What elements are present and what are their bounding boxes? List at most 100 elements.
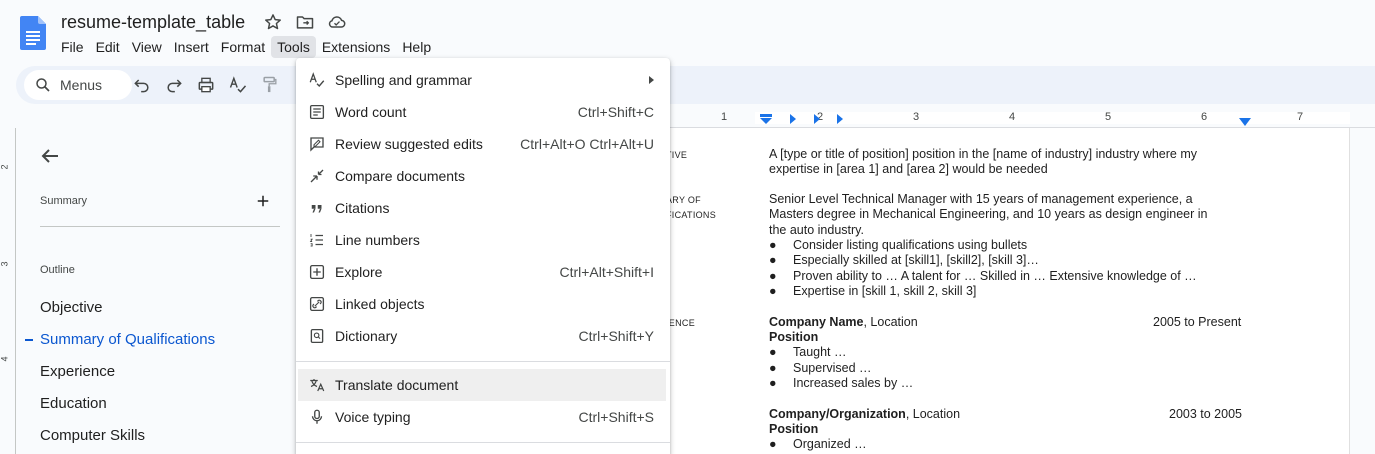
menu-item-shortcut: Ctrl+Shift+C	[577, 104, 654, 120]
summary-text: Senior Level Technical Manager with 15 y…	[769, 192, 1207, 238]
document-page[interactable]: TIVE ARY OF FICATIONS IENCE A [type or t…	[566, 128, 1350, 454]
menu-separator	[296, 361, 670, 362]
bullet-dot: ●	[769, 253, 777, 267]
objective-text: A [type or title of position] position i…	[769, 147, 1197, 178]
section-label-qualifications: FICATIONS	[666, 210, 717, 220]
menu-item-label: Translate document	[335, 377, 459, 393]
redo-icon[interactable]	[164, 75, 184, 95]
bullet-text: Supervised …	[793, 361, 872, 375]
summary-line: the auto industry.	[769, 222, 864, 237]
summary-heading: Summary	[40, 195, 88, 207]
bullet-text: Expertise in [skill 1, skill 2, skill 3]	[793, 284, 977, 298]
ruler-number: 4	[1009, 111, 1016, 123]
menu-edit[interactable]: Edit	[90, 36, 126, 58]
menu-item-explore[interactable]: Explore Ctrl+Alt+Shift+I	[296, 256, 670, 288]
menu-item-label: Compare documents	[335, 168, 465, 184]
menu-item-voice-typing[interactable]: Voice typing Ctrl+Shift+S	[296, 401, 670, 433]
menu-item-label: Dictionary	[335, 328, 398, 344]
translate-icon	[310, 379, 325, 392]
compare-icon	[310, 169, 324, 183]
sidebar-divider	[40, 226, 280, 227]
tab-stop-icon[interactable]	[836, 114, 844, 124]
bullet-text: Consider listing qualifications using bu…	[793, 238, 1028, 252]
section-label-experience: IENCE	[666, 318, 696, 328]
dictionary-icon	[310, 328, 324, 344]
menu-item-label: Spelling and grammar	[335, 72, 472, 88]
right-indent-marker-icon[interactable]	[1239, 118, 1251, 126]
menu-item-review-suggested-edits[interactable]: Review suggested edits Ctrl+Alt+O Ctrl+A…	[296, 128, 670, 160]
vruler-number: 4	[0, 356, 10, 362]
menu-item-compare-documents[interactable]: Compare documents	[296, 160, 670, 192]
ruler-number: 1	[721, 111, 728, 123]
menu-item-shortcut: Ctrl+Shift+S	[578, 409, 654, 425]
menu-item-shortcut: Ctrl+Alt+Shift+I	[559, 264, 654, 280]
ruler-number: 3	[913, 111, 920, 123]
submenu-arrow-icon	[649, 76, 654, 84]
menu-extensions[interactable]: Extensions	[316, 36, 396, 58]
menu-format[interactable]: Format	[215, 36, 271, 58]
title-row: resume-template_table	[61, 10, 347, 34]
line-numbers-icon	[309, 234, 323, 247]
move-folder-icon[interactable]	[295, 12, 315, 32]
vruler-number: 3	[0, 261, 10, 267]
spellcheck-icon[interactable]	[228, 75, 248, 95]
document-title[interactable]: resume-template_table	[61, 12, 245, 33]
menu-separator	[296, 442, 670, 443]
menu-item-line-numbers[interactable]: Line numbers	[296, 224, 670, 256]
tab-stop-icon[interactable]	[813, 114, 821, 124]
vertical-ruler[interactable]: 2 3 4	[0, 128, 16, 454]
job2-header: Company/Organization, Location	[769, 407, 960, 422]
menu-help[interactable]: Help	[396, 36, 437, 58]
summary-line: Masters degree in Mechanical Engineering…	[769, 207, 1208, 222]
add-summary-plus-icon[interactable]	[254, 192, 272, 210]
menu-item-label: Review suggested edits	[335, 136, 483, 152]
vruler-number: 2	[0, 164, 10, 170]
job2-position: Position	[769, 422, 818, 437]
search-menus-input[interactable]: Menus	[24, 70, 132, 100]
job2-position-title: Position	[769, 422, 819, 436]
outline-item-summary-of-qualifications[interactable]: Summary of Qualifications	[40, 331, 215, 348]
menu-item-word-count[interactable]: Word count Ctrl+Shift+C	[296, 96, 670, 128]
menu-file[interactable]: File	[55, 36, 90, 58]
tab-stop-icon[interactable]	[789, 114, 797, 124]
spellcheck-icon	[309, 72, 325, 87]
horizontal-ruler[interactable]: 1 2 3 4 5 6 7	[670, 108, 1375, 128]
ruler-number: 6	[1201, 111, 1208, 123]
job1-location: , Location	[863, 315, 918, 329]
paint-format-icon[interactable]	[260, 75, 280, 95]
menu-tools[interactable]: Tools	[271, 36, 316, 58]
outline-item-education[interactable]: Education	[40, 395, 107, 412]
ruler-number: 5	[1105, 111, 1112, 123]
star-icon[interactable]	[263, 12, 283, 32]
menu-item-citations[interactable]: Citations	[296, 192, 670, 224]
job2-company: Company/Organization	[769, 407, 906, 421]
job1-dates: 2005 to Present	[1153, 315, 1242, 329]
job2-dates: 2003 to 2005	[1169, 407, 1242, 421]
tools-menu: Spelling and grammar Word count Ctrl+Shi…	[296, 58, 670, 454]
menu-item-spelling-and-grammar[interactable]: Spelling and grammar	[296, 64, 670, 96]
print-icon[interactable]	[196, 75, 216, 95]
undo-icon[interactable]	[132, 75, 152, 95]
bullet-dot: ●	[769, 284, 777, 298]
menu-item-dictionary[interactable]: Dictionary Ctrl+Shift+Y	[296, 320, 670, 352]
outline-item-computer-skills[interactable]: Computer Skills	[40, 427, 145, 444]
cloud-saved-icon[interactable]	[327, 12, 347, 32]
bullet-text: Organized …	[793, 437, 867, 451]
outline-item-objective[interactable]: Objective	[40, 299, 103, 316]
bullet-dot: ●	[769, 437, 777, 451]
menu-item-translate-document[interactable]: Translate document	[298, 369, 666, 401]
menubar: File Edit View Insert Format Tools Exten…	[55, 35, 437, 59]
menu-item-linked-objects[interactable]: Linked objects	[296, 288, 670, 320]
docs-logo-icon[interactable]	[20, 16, 46, 50]
menu-insert[interactable]: Insert	[168, 36, 215, 58]
back-arrow-icon[interactable]	[38, 144, 62, 168]
search-icon	[36, 78, 50, 92]
bullet-text: Increased sales by …	[793, 376, 914, 390]
outline-item-experience[interactable]: Experience	[40, 363, 115, 380]
menu-view[interactable]: View	[126, 36, 168, 58]
bullet-dot: ●	[769, 345, 777, 359]
link-icon	[309, 296, 325, 312]
left-indent-marker-icon[interactable]	[760, 114, 772, 124]
job1-company: Company Name	[769, 315, 864, 329]
menu-item-label: Citations	[335, 200, 390, 216]
